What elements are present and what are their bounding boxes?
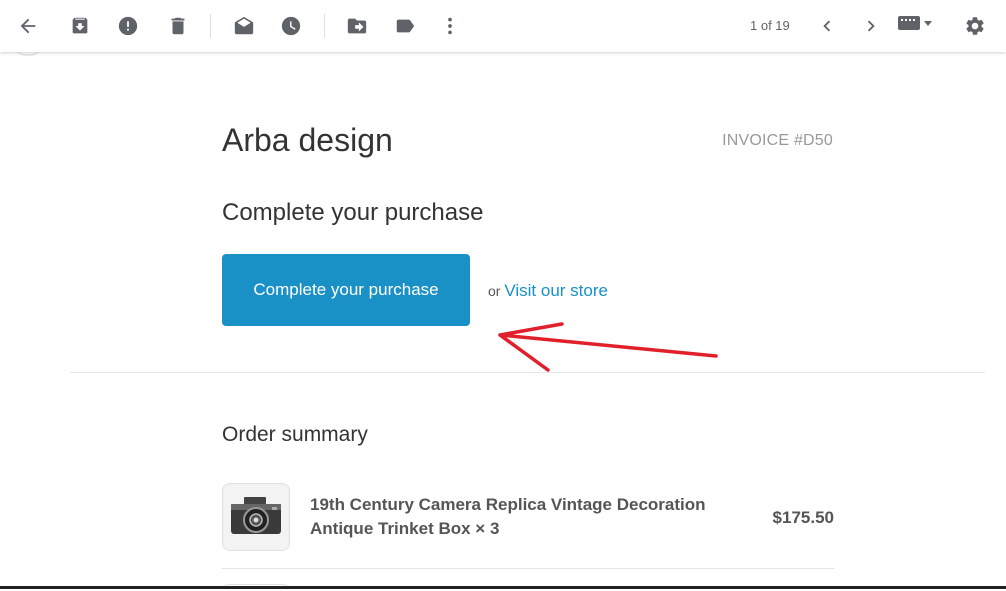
back-arrow-icon[interactable] [12,10,44,42]
more-vert-icon[interactable] [434,10,466,42]
product-thumbnail [222,483,290,551]
product-name: 19th Century Camera Replica Vintage Deco… [310,495,706,538]
mail-toolbar: 1 of 19 [0,0,1006,52]
order-line-item: 19th Century Camera Replica Vintage Deco… [222,483,834,551]
alt-action: or Visit our store [488,281,608,301]
chevron-right-icon[interactable] [855,10,887,42]
annotation-arrow-icon [498,322,718,372]
caret-down-icon [924,20,932,26]
email-body: Arba design INVOICE #D50 Complete your p… [0,52,1006,589]
input-tools-button[interactable] [898,16,932,30]
delete-icon[interactable] [162,10,194,42]
chevron-left-icon[interactable] [811,10,843,42]
complete-purchase-button[interactable]: Complete your purchase [222,254,470,326]
section-heading: Complete your purchase [222,199,484,226]
shop-name: Arba design [222,122,393,158]
label-icon[interactable] [389,10,421,42]
archive-icon[interactable] [64,10,96,42]
camera-icon [231,497,281,534]
visit-store-link[interactable]: Visit our store [504,281,608,300]
product-price: $175.50 [772,508,834,527]
item-divider [222,568,834,569]
pager-count: 1 of 19 [750,18,790,33]
snooze-icon[interactable] [275,10,307,42]
report-spam-icon[interactable] [112,10,144,42]
invoice-number: INVOICE #D50 [722,132,833,149]
move-to-icon[interactable] [341,10,373,42]
section-divider [70,372,985,373]
order-summary-title: Order summary [222,423,368,446]
or-text: or [488,283,501,299]
gear-icon[interactable] [959,10,991,42]
toolbar-divider [210,14,211,38]
mark-unread-icon[interactable] [228,10,260,42]
toolbar-divider [324,14,325,38]
keyboard-icon [898,16,920,30]
